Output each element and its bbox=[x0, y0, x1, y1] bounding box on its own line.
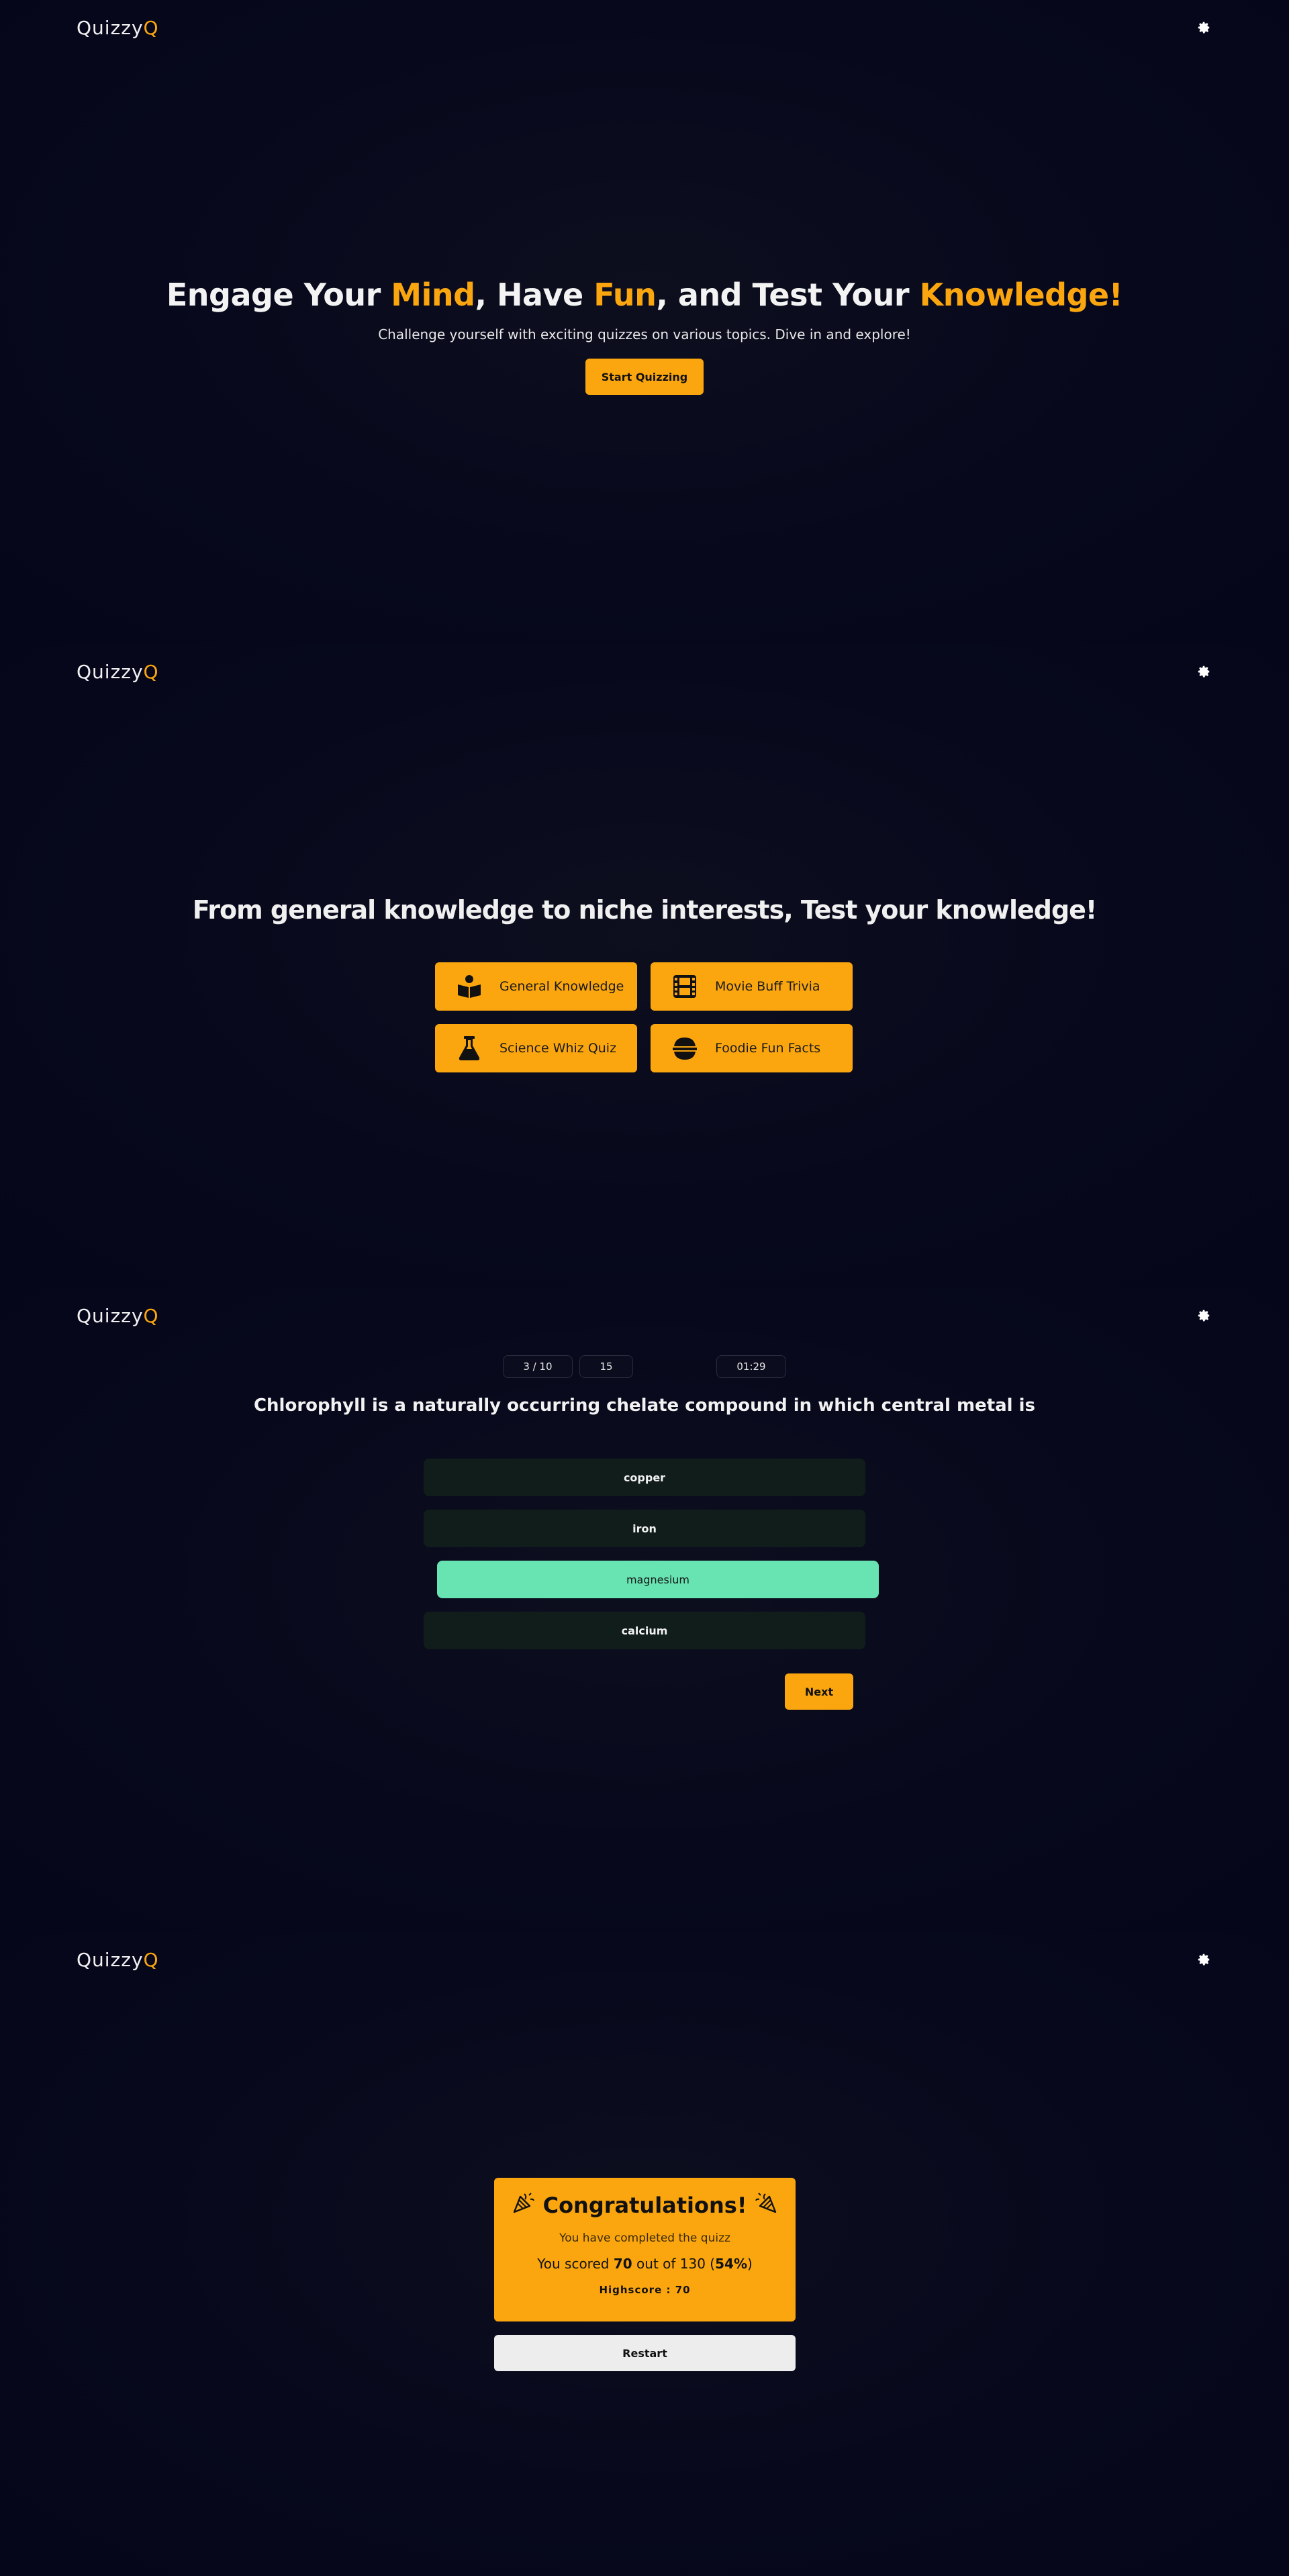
food-bowl-icon bbox=[671, 1034, 699, 1062]
congrats-title: Congratulations! bbox=[542, 2193, 747, 2218]
final-score: 70 bbox=[613, 2256, 632, 2272]
next-button[interactable]: Next bbox=[785, 1673, 853, 1710]
book-reader-icon bbox=[455, 972, 483, 1001]
category-grid: General Knowledge Movie Buff Trivia Scie… bbox=[435, 962, 854, 1072]
stats-spacer bbox=[640, 1355, 710, 1378]
logo-text: Quizzy bbox=[77, 660, 144, 683]
home-screen: QuizzyQ Engage Your Mind, Have Fun, and … bbox=[0, 0, 1289, 644]
category-label: Science Whiz Quiz bbox=[499, 1041, 617, 1056]
completed-text: You have completed the quizz bbox=[559, 2232, 730, 2245]
film-icon bbox=[671, 972, 699, 1001]
gear-icon[interactable] bbox=[1195, 1951, 1212, 1968]
question-text: Chlorophyll is a naturally occurring che… bbox=[253, 1395, 1036, 1416]
logo-text: Quizzy bbox=[77, 1948, 144, 1971]
result-card: Congratulations! You have completed the … bbox=[494, 2178, 796, 2321]
category-heading: From general knowledge to niche interest… bbox=[192, 895, 1098, 925]
score-prefix: You scored bbox=[537, 2256, 614, 2272]
logo-text: Quizzy bbox=[77, 1304, 144, 1327]
highscore: Highscore : 70 bbox=[599, 2284, 691, 2296]
logo-accent: Q bbox=[143, 16, 159, 39]
gear-icon[interactable] bbox=[1195, 1307, 1212, 1324]
category-label: Movie Buff Trivia bbox=[715, 979, 820, 994]
category-screen: QuizzyQ From general knowledge to niche … bbox=[0, 644, 1289, 1288]
logo[interactable]: QuizzyQ bbox=[77, 1949, 159, 1971]
hero-title-part: , and Test Your bbox=[656, 277, 920, 313]
hero-title-accent: Knowledge! bbox=[919, 277, 1123, 313]
answer-option-selected[interactable]: magnesium bbox=[437, 1561, 879, 1598]
category-label: Foodie Fun Facts bbox=[715, 1041, 821, 1056]
hero-title-part: , Have bbox=[475, 277, 594, 313]
category-label: General Knowledge bbox=[499, 979, 624, 994]
result-screen: QuizzyQ Congratulations! You have comple… bbox=[0, 1932, 1289, 2576]
logo-accent: Q bbox=[143, 1948, 159, 1971]
category-science-quiz[interactable]: Science Whiz Quiz bbox=[435, 1024, 637, 1072]
quiz-stats: 3 / 10 15 01:29 bbox=[0, 1355, 1289, 1378]
answer-option[interactable]: copper bbox=[424, 1459, 865, 1496]
party-popper-icon bbox=[512, 2191, 535, 2219]
gear-icon[interactable] bbox=[1195, 19, 1212, 36]
logo-text: Quizzy bbox=[77, 16, 144, 39]
flask-icon bbox=[455, 1034, 483, 1062]
question-progress: 3 / 10 bbox=[503, 1355, 573, 1378]
hero-title-accent: Fun bbox=[593, 277, 657, 313]
logo-accent: Q bbox=[143, 660, 159, 683]
score-total: out of 130 ( bbox=[632, 2256, 716, 2272]
gear-icon[interactable] bbox=[1195, 663, 1212, 680]
score-counter: 15 bbox=[579, 1355, 633, 1378]
category-foodie-facts[interactable]: Foodie Fun Facts bbox=[651, 1024, 853, 1072]
navbar: QuizzyQ bbox=[77, 657, 1212, 686]
score-percent: 54% bbox=[715, 2256, 747, 2272]
hero-subtitle: Challenge yourself with exciting quizzes… bbox=[378, 326, 911, 342]
hero-title: Engage Your Mind, Have Fun, and Test You… bbox=[0, 277, 1289, 313]
category-movie-trivia[interactable]: Movie Buff Trivia bbox=[651, 962, 853, 1011]
quiz-screen: QuizzyQ 3 / 10 15 01:29 Chlorophyll is a… bbox=[0, 1288, 1289, 1932]
hero-title-part: Engage Your bbox=[166, 277, 391, 313]
party-popper-icon bbox=[755, 2191, 777, 2219]
answer-option[interactable]: calcium bbox=[424, 1612, 865, 1649]
congrats-heading: Congratulations! bbox=[494, 2191, 796, 2219]
start-quizzing-button[interactable]: Start Quizzing bbox=[585, 359, 704, 395]
logo[interactable]: QuizzyQ bbox=[77, 17, 159, 39]
hero: Engage Your Mind, Have Fun, and Test You… bbox=[0, 277, 1289, 395]
quiz-timer: 01:29 bbox=[716, 1355, 786, 1378]
hero-title-accent: Mind bbox=[391, 277, 475, 313]
logo[interactable]: QuizzyQ bbox=[77, 1305, 159, 1327]
category-general-knowledge[interactable]: General Knowledge bbox=[435, 962, 637, 1011]
score-summary: You scored 70 out of 130 (54%) bbox=[494, 2256, 796, 2272]
answer-option[interactable]: iron bbox=[424, 1510, 865, 1547]
navbar: QuizzyQ bbox=[77, 1301, 1212, 1330]
navbar: QuizzyQ bbox=[77, 1945, 1212, 1974]
logo-accent: Q bbox=[143, 1304, 159, 1327]
logo[interactable]: QuizzyQ bbox=[77, 661, 159, 683]
score-suffix: ) bbox=[747, 2256, 753, 2272]
navbar: QuizzyQ bbox=[77, 13, 1212, 42]
restart-button[interactable]: Restart bbox=[494, 2335, 796, 2371]
